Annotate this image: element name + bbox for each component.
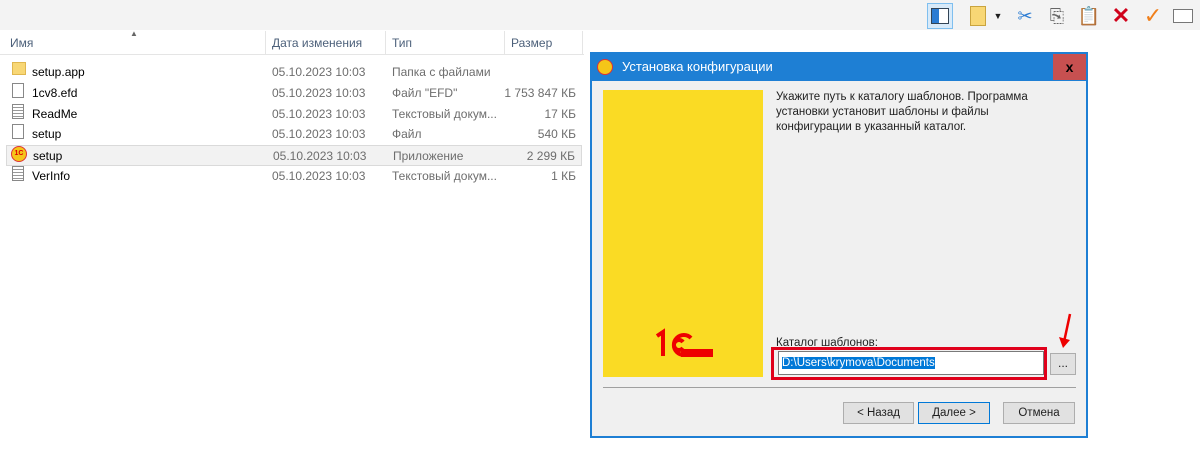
file-name: setup	[32, 127, 62, 141]
file-size: 540 КБ	[537, 127, 576, 141]
cut-icon[interactable]: ✂	[1012, 3, 1038, 29]
separator	[603, 387, 1076, 388]
file-type: Папка с файлами	[392, 65, 491, 79]
file-row[interactable]: 1cv8.efd 05.10.2023 10:03 Файл "EFD" 1 7…	[6, 83, 582, 104]
file-icon	[12, 124, 24, 139]
column-name[interactable]: Имя	[4, 31, 266, 55]
copy-icon[interactable]: ⎘	[1044, 3, 1070, 29]
file-name: setup.app	[32, 65, 85, 79]
rename-icon[interactable]	[1170, 3, 1196, 29]
delete-icon[interactable]: ✕	[1108, 3, 1134, 29]
file-date: 05.10.2023 10:03	[272, 127, 366, 141]
file-date: 05.10.2023 10:03	[272, 65, 366, 79]
file-icon	[12, 83, 24, 98]
file-type: Текстовый докум...	[392, 169, 497, 183]
1c-app-icon: 1С	[11, 146, 27, 162]
file-date: 05.10.2023 10:03	[272, 107, 366, 121]
dialog-titlebar[interactable]: Установка конфигурации	[592, 54, 1086, 81]
dialog-title: Установка конфигурации	[622, 59, 773, 74]
next-button[interactable]: Далее >	[918, 402, 990, 424]
column-header-row: ▲ Имя Дата изменения Тип Размер	[0, 29, 584, 55]
file-type: Файл "EFD"	[392, 86, 458, 100]
column-date[interactable]: Дата изменения	[266, 31, 386, 55]
file-type: Файл	[392, 127, 422, 141]
file-name: setup	[33, 149, 63, 163]
cancel-button[interactable]: Отмена	[1003, 402, 1075, 424]
column-size[interactable]: Размер	[505, 31, 583, 55]
setup-dialog: Установка конфигурации x Укажите путь к …	[590, 52, 1088, 438]
file-name: ReadMe	[32, 107, 78, 121]
file-date: 05.10.2023 10:03	[272, 86, 366, 100]
file-row[interactable]: 1С setup 05.10.2023 10:03 Приложение 2 2…	[6, 145, 582, 166]
file-row[interactable]: setup 05.10.2023 10:03 Файл 540 КБ	[6, 124, 582, 145]
file-size: 1 КБ	[551, 169, 576, 183]
file-name: 1cv8.efd	[32, 86, 78, 100]
template-dir-value: D:\Users\krymova\Documents	[782, 357, 935, 369]
file-size: 1 753 847 КБ	[504, 86, 576, 100]
red-arrow-icon	[1059, 313, 1072, 348]
file-row[interactable]: VerInfo 05.10.2023 10:03 Текстовый докум…	[6, 166, 582, 187]
file-row[interactable]: setup.app 05.10.2023 10:03 Папка с файла…	[6, 62, 582, 83]
file-row[interactable]: ReadMe 05.10.2023 10:03 Текстовый докум.…	[6, 104, 582, 125]
file-date: 05.10.2023 10:03	[273, 149, 367, 163]
close-button[interactable]: x	[1053, 54, 1086, 80]
1c-logo-panel	[603, 90, 763, 377]
back-button[interactable]: < Назад	[843, 402, 914, 424]
file-name: VerInfo	[32, 169, 71, 183]
preview-pane-icon[interactable]	[927, 3, 953, 29]
file-type: Текстовый докум...	[392, 107, 497, 121]
file-date: 05.10.2023 10:03	[272, 169, 366, 183]
file-size: 17 КБ	[544, 107, 576, 121]
properties-icon[interactable]	[965, 3, 991, 29]
dialog-description: Укажите путь к каталогу шаблонов. Програ…	[776, 91, 1028, 133]
paste-icon[interactable]: 📋	[1076, 3, 1102, 29]
column-type[interactable]: Тип	[386, 31, 505, 55]
1c-app-icon	[597, 59, 613, 75]
text-file-icon	[12, 104, 24, 119]
1c-logo-icon	[655, 328, 713, 357]
explorer-toolbar: ▼ ✂ ⎘ 📋 ✕ ✓	[0, 0, 1200, 30]
file-type: Приложение	[393, 149, 464, 163]
check-icon[interactable]: ✓	[1140, 3, 1166, 29]
folder-icon	[12, 62, 26, 75]
text-file-icon	[12, 166, 24, 181]
file-size: 2 299 КБ	[526, 149, 575, 163]
browse-button[interactable]: ...	[1050, 353, 1076, 375]
template-dir-input[interactable]: D:\Users\krymova\Documents	[778, 351, 1044, 375]
dropdown-arrow-icon[interactable]: ▼	[992, 3, 1004, 29]
